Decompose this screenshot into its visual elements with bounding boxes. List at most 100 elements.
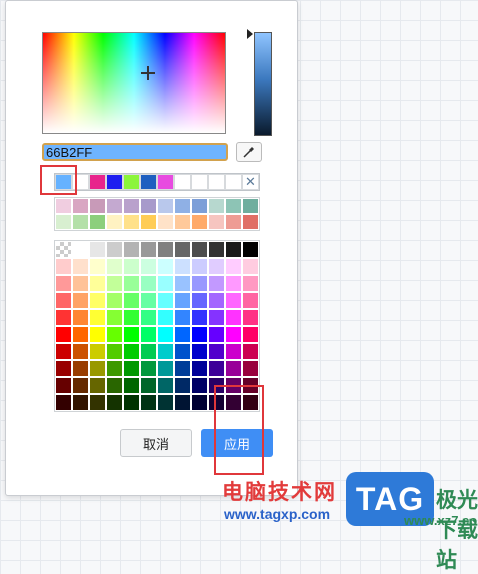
palette-swatch[interactable] — [208, 275, 225, 292]
palette-swatch[interactable] — [242, 292, 259, 309]
palette-swatch[interactable] — [174, 258, 191, 275]
palette-swatch[interactable] — [72, 292, 89, 309]
pastel-swatch[interactable] — [140, 214, 157, 230]
pastel-swatch[interactable] — [174, 198, 191, 214]
palette-swatch[interactable] — [72, 309, 89, 326]
palette-swatch[interactable] — [174, 292, 191, 309]
palette-swatch[interactable] — [157, 258, 174, 275]
crosshair-cursor-icon[interactable] — [141, 66, 155, 80]
pastel-swatch[interactable] — [191, 214, 208, 230]
pastel-swatch[interactable] — [225, 214, 242, 230]
palette-swatch[interactable] — [174, 343, 191, 360]
palette-swatch[interactable] — [242, 241, 259, 258]
pastel-swatch[interactable] — [89, 214, 106, 230]
palette-swatch[interactable] — [242, 309, 259, 326]
palette-swatch[interactable] — [174, 241, 191, 258]
palette-swatch[interactable] — [89, 309, 106, 326]
palette-swatch[interactable] — [72, 258, 89, 275]
palette-swatch[interactable] — [225, 275, 242, 292]
recent-swatch[interactable] — [208, 174, 225, 190]
palette-swatch[interactable] — [242, 275, 259, 292]
palette-swatch[interactable] — [123, 394, 140, 411]
palette-swatch[interactable] — [72, 360, 89, 377]
palette-swatch[interactable] — [123, 275, 140, 292]
palette-swatch[interactable] — [72, 377, 89, 394]
pastel-swatch[interactable] — [106, 198, 123, 214]
eyedropper-button[interactable] — [236, 142, 262, 162]
palette-swatch[interactable] — [106, 326, 123, 343]
palette-swatch[interactable] — [174, 394, 191, 411]
palette-swatch[interactable] — [242, 326, 259, 343]
pastel-swatch[interactable] — [55, 198, 72, 214]
palette-swatch[interactable] — [123, 343, 140, 360]
palette-swatch[interactable] — [208, 309, 225, 326]
palette-swatch[interactable] — [140, 275, 157, 292]
color-spectrum[interactable] — [42, 32, 226, 134]
recent-swatch[interactable] — [140, 174, 157, 190]
recent-swatch[interactable] — [157, 174, 174, 190]
pastel-swatch[interactable] — [174, 214, 191, 230]
palette-swatch[interactable] — [140, 241, 157, 258]
pastel-swatch[interactable] — [72, 214, 89, 230]
palette-swatch[interactable] — [89, 292, 106, 309]
palette-swatch[interactable] — [55, 326, 72, 343]
palette-swatch[interactable] — [208, 360, 225, 377]
transparent-swatch[interactable] — [55, 241, 72, 258]
palette-swatch[interactable] — [55, 258, 72, 275]
palette-swatch[interactable] — [174, 360, 191, 377]
palette-swatch[interactable] — [191, 394, 208, 411]
palette-swatch[interactable] — [208, 343, 225, 360]
palette-swatch[interactable] — [72, 343, 89, 360]
palette-swatch[interactable] — [242, 258, 259, 275]
palette-swatch[interactable] — [89, 275, 106, 292]
palette-swatch[interactable] — [123, 241, 140, 258]
palette-swatch[interactable] — [208, 241, 225, 258]
pastel-swatch[interactable] — [242, 214, 259, 230]
palette-swatch[interactable] — [208, 258, 225, 275]
palette-swatch[interactable] — [89, 377, 106, 394]
palette-swatch[interactable] — [106, 258, 123, 275]
palette-swatch[interactable] — [140, 377, 157, 394]
palette-swatch[interactable] — [123, 326, 140, 343]
palette-swatch[interactable] — [174, 309, 191, 326]
palette-swatch[interactable] — [174, 326, 191, 343]
palette-swatch[interactable] — [225, 360, 242, 377]
pastel-swatch[interactable] — [55, 214, 72, 230]
palette-swatch[interactable] — [106, 309, 123, 326]
palette-swatch[interactable] — [140, 394, 157, 411]
palette-swatch[interactable] — [123, 360, 140, 377]
pastel-swatch[interactable] — [191, 198, 208, 214]
palette-swatch[interactable] — [89, 360, 106, 377]
recent-swatch[interactable] — [89, 174, 106, 190]
palette-swatch[interactable] — [55, 360, 72, 377]
palette-swatch[interactable] — [89, 343, 106, 360]
palette-swatch[interactable] — [225, 343, 242, 360]
pastel-swatch[interactable] — [157, 214, 174, 230]
palette-swatch[interactable] — [89, 258, 106, 275]
recent-swatch[interactable] — [174, 174, 191, 190]
palette-swatch[interactable] — [55, 309, 72, 326]
pastel-swatch[interactable] — [72, 198, 89, 214]
palette-swatch[interactable] — [140, 258, 157, 275]
palette-swatch[interactable] — [157, 360, 174, 377]
palette-swatch[interactable] — [72, 275, 89, 292]
palette-swatch[interactable] — [191, 292, 208, 309]
palette-swatch[interactable] — [123, 292, 140, 309]
palette-swatch[interactable] — [174, 377, 191, 394]
pastel-swatch[interactable] — [89, 198, 106, 214]
palette-swatch[interactable] — [191, 360, 208, 377]
palette-swatch[interactable] — [225, 258, 242, 275]
palette-swatch[interactable] — [89, 241, 106, 258]
hex-color-input[interactable] — [42, 143, 228, 161]
palette-swatch[interactable] — [72, 326, 89, 343]
palette-swatch[interactable] — [191, 275, 208, 292]
palette-swatch[interactable] — [140, 360, 157, 377]
palette-swatch[interactable] — [208, 292, 225, 309]
palette-swatch[interactable] — [157, 326, 174, 343]
palette-swatch[interactable] — [123, 309, 140, 326]
palette-swatch[interactable] — [157, 241, 174, 258]
palette-swatch[interactable] — [106, 360, 123, 377]
palette-swatch[interactable] — [191, 326, 208, 343]
brightness-slider[interactable] — [254, 32, 272, 136]
recent-swatch[interactable] — [123, 174, 140, 190]
